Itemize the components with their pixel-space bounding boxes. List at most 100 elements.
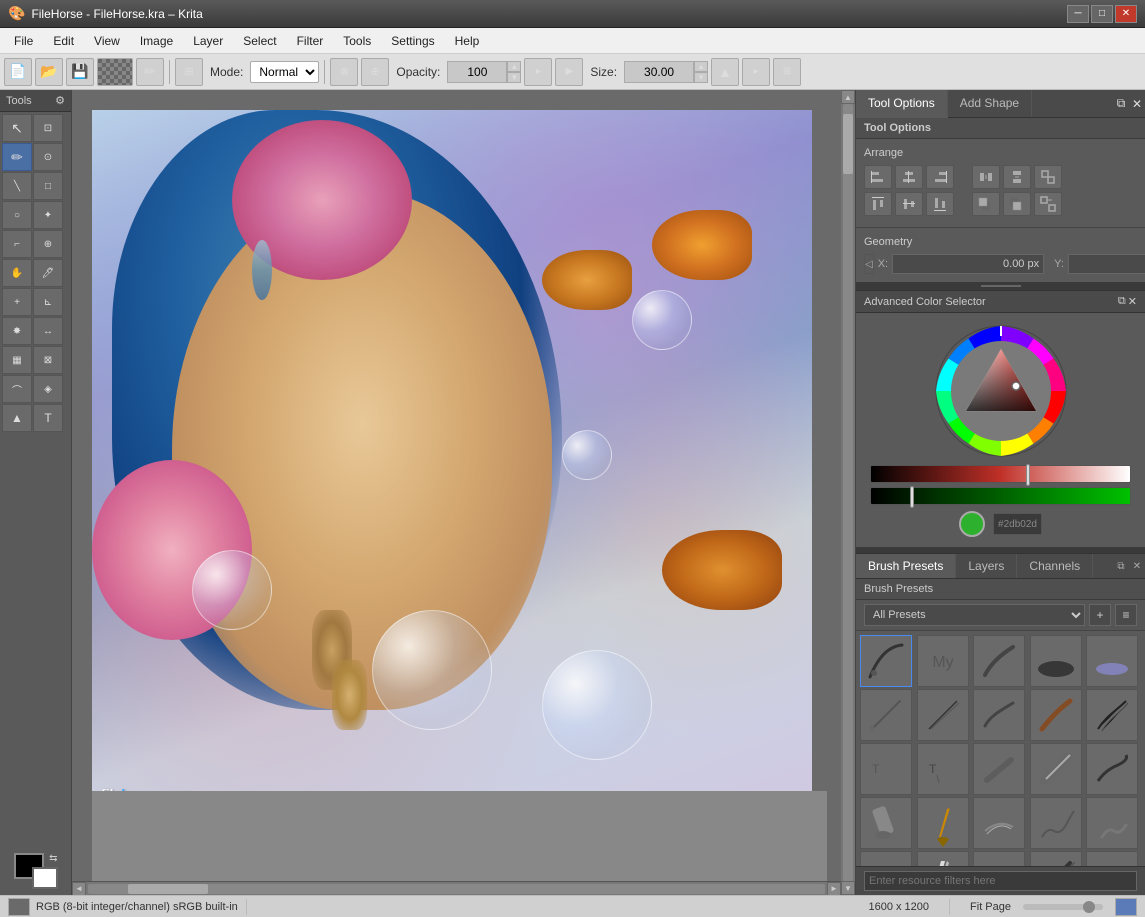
brush-item-10[interactable] <box>1086 689 1138 741</box>
menu-edit[interactable]: Edit <box>43 30 84 52</box>
smart-patch[interactable]: ▦ <box>2 346 32 374</box>
color-wheel[interactable] <box>931 321 1071 461</box>
gradient-fill[interactable]: ◈ <box>33 375 63 403</box>
crop-tool[interactable]: ⌐ <box>2 230 32 258</box>
brush-add-btn[interactable]: + <box>1089 604 1111 626</box>
align-center-h-btn[interactable] <box>895 165 923 189</box>
brush-item-22[interactable] <box>917 851 969 866</box>
color-wheel-svg[interactable] <box>931 321 1071 461</box>
brush-item-12[interactable]: T <box>917 743 969 795</box>
scroll-left-arrow[interactable]: ◄ <box>72 882 86 896</box>
scroll-right-arrow[interactable]: ► <box>827 882 841 896</box>
brush-preset-btn[interactable] <box>97 58 133 86</box>
brush-item-18[interactable] <box>973 797 1025 849</box>
brush-item-24[interactable] <box>1030 851 1082 866</box>
brush-item-17[interactable] <box>917 797 969 849</box>
current-color-circle[interactable] <box>959 511 985 537</box>
layers-tab[interactable]: Layers <box>956 554 1017 578</box>
brush-options-btn[interactable]: ≡ <box>1115 604 1137 626</box>
move-tool[interactable]: + <box>2 288 32 316</box>
tool3-btn[interactable]: ⊞ <box>773 58 801 86</box>
align-bottom-btn[interactable] <box>926 192 954 216</box>
brush-item-8[interactable] <box>973 689 1025 741</box>
bring-front-btn[interactable] <box>972 192 1000 216</box>
menu-tools[interactable]: Tools <box>333 30 381 52</box>
paint-btn[interactable]: ⊙ <box>33 143 63 171</box>
brush-item-9[interactable] <box>1030 689 1082 741</box>
brush-item-3[interactable] <box>973 635 1025 687</box>
opacity-spinner[interactable]: ▲ ▼ <box>447 61 521 83</box>
v-scroll-thumb[interactable] <box>843 114 853 174</box>
erase-btn[interactable]: ⊗ <box>330 58 358 86</box>
brush-item-6[interactable] <box>860 689 912 741</box>
color-panel-close[interactable]: ✕ <box>1128 295 1137 308</box>
status-icon-btn[interactable] <box>1115 898 1137 916</box>
new-btn[interactable]: 📄 <box>4 58 32 86</box>
multibrush[interactable]: ✸ <box>2 317 32 345</box>
ungroup-btn[interactable] <box>1034 192 1062 216</box>
menu-view[interactable]: View <box>84 30 130 52</box>
brush-item-5[interactable] <box>1086 635 1138 687</box>
brush-item-16[interactable] <box>860 797 912 849</box>
measure-tool[interactable]: ↔ <box>33 317 63 345</box>
brush-search-input[interactable] <box>864 871 1137 891</box>
menu-select[interactable]: Select <box>233 30 286 52</box>
group-btn[interactable] <box>1034 165 1062 189</box>
brush-item-19[interactable] <box>1030 797 1082 849</box>
align-right-btn[interactable] <box>926 165 954 189</box>
color-preview-fg[interactable] <box>8 898 30 916</box>
brush-item-1[interactable] <box>860 635 912 687</box>
x-input[interactable] <box>892 254 1044 274</box>
text-tool[interactable]: T <box>33 404 63 432</box>
size-input[interactable] <box>624 61 694 83</box>
menu-help[interactable]: Help <box>445 30 490 52</box>
swap-colors[interactable]: ⇆ <box>49 853 57 864</box>
brush-item-21[interactable] <box>860 851 912 866</box>
preserve-btn[interactable]: ⊕ <box>361 58 389 86</box>
minimize-button[interactable]: ─ <box>1067 5 1089 23</box>
assistant-tool[interactable]: ⊾ <box>33 288 63 316</box>
hue-slider[interactable] <box>870 465 1131 483</box>
zoom-slider-thumb[interactable] <box>1083 901 1095 913</box>
brush-item-7[interactable] <box>917 689 969 741</box>
panel-float-btn[interactable]: ⧉ <box>1113 90 1129 117</box>
play-btn[interactable]: ▶ <box>555 58 583 86</box>
flow-btn[interactable]: ▸ <box>524 58 552 86</box>
brush-panel-close[interactable]: ✕ <box>1129 554 1145 578</box>
opacity-down[interactable]: ▼ <box>507 72 521 83</box>
lasso-tool[interactable]: ⌒ <box>2 375 32 403</box>
zoom-slider[interactable] <box>1023 904 1103 910</box>
brush-item-4[interactable] <box>1030 635 1082 687</box>
open-btn[interactable]: 📂 <box>35 58 63 86</box>
v-scroll-track[interactable] <box>843 104 853 881</box>
opacity-up[interactable]: ▲ <box>507 61 521 72</box>
panel-close-btn[interactable]: ✕ <box>1129 90 1145 117</box>
brush-panel-float[interactable]: ⧉ <box>1113 554 1129 578</box>
line-tool[interactable]: ╲ <box>2 172 32 200</box>
canvas-container[interactable]: filehorse.com <box>72 90 841 881</box>
brush-item-20[interactable] <box>1086 797 1138 849</box>
brush-item-13[interactable] <box>973 743 1025 795</box>
size-up[interactable]: ▲ <box>694 61 708 72</box>
menu-file[interactable]: File <box>4 30 43 52</box>
brush-category-select[interactable]: All Presets <box>864 604 1085 626</box>
menu-image[interactable]: Image <box>130 30 183 52</box>
h-scroll-track[interactable] <box>88 884 825 894</box>
color-panel-float[interactable]: ⧉ <box>1118 295 1126 308</box>
brush-item-11[interactable]: T <box>860 743 912 795</box>
y-input[interactable] <box>1068 254 1145 274</box>
zoom-tool[interactable]: ⊕ <box>33 230 63 258</box>
menu-filter[interactable]: Filter <box>287 30 334 52</box>
fill-tool[interactable]: ▲ <box>2 404 32 432</box>
blend-mode-select[interactable]: Normal <box>250 61 319 83</box>
channels-tab[interactable]: Channels <box>1017 554 1093 578</box>
save-btn[interactable]: 💾 <box>66 58 94 86</box>
brush-item-14[interactable] <box>1030 743 1082 795</box>
brush-item-2[interactable]: My <box>917 635 969 687</box>
brush-presets-tab[interactable]: Brush Presets <box>856 554 956 578</box>
v-scroll-up[interactable]: ▲ <box>841 90 855 104</box>
brush-item-15[interactable] <box>1086 743 1138 795</box>
v-scroll-down[interactable]: ▼ <box>841 881 855 895</box>
pointer-tool[interactable]: ↖ <box>2 114 32 142</box>
h-scrollbar[interactable]: ◄ ► <box>72 881 841 895</box>
